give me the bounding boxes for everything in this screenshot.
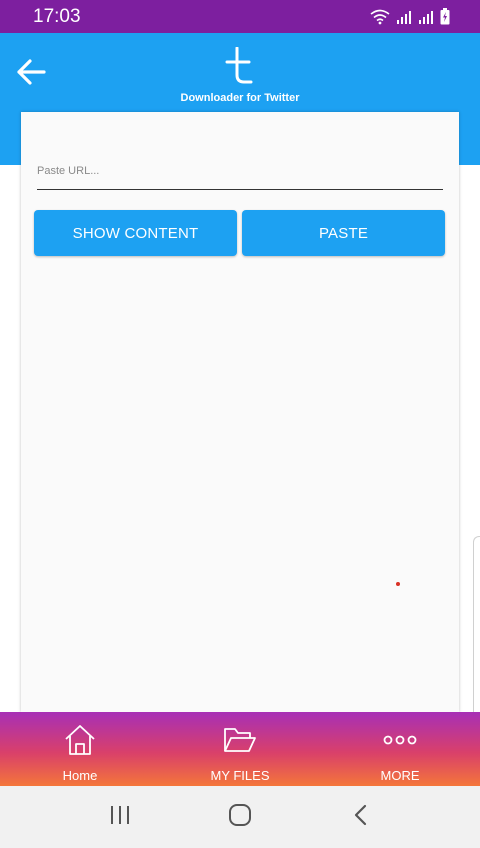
nav-label-more: MORE: [380, 768, 420, 783]
bottom-navigation: Home MY FILES MORE: [0, 712, 480, 786]
back-button[interactable]: [14, 57, 48, 91]
url-input[interactable]: [37, 152, 443, 190]
paste-button[interactable]: PASTE: [242, 210, 445, 256]
show-content-button[interactable]: SHOW CONTENT: [34, 210, 237, 256]
folder-open-icon: [223, 724, 257, 756]
main-card: SHOW CONTENT PASTE: [21, 112, 459, 712]
signal-icon: [418, 9, 434, 25]
nav-item-home[interactable]: Home: [0, 712, 160, 786]
nav-item-more[interactable]: MORE: [320, 712, 480, 786]
recents-button[interactable]: [100, 797, 140, 837]
nav-item-my-files[interactable]: MY FILES: [160, 712, 320, 786]
signal-icon: [396, 9, 412, 25]
system-back-button[interactable]: [340, 797, 380, 837]
twitter-t-logo: [222, 46, 258, 87]
home-icon: [63, 724, 97, 756]
nav-label-my-files: MY FILES: [210, 768, 270, 783]
red-dot: [396, 582, 400, 586]
recents-icon: [109, 805, 131, 830]
status-time: 17:03: [33, 5, 81, 27]
system-nav-bar: [0, 786, 480, 848]
system-home-button[interactable]: [220, 797, 260, 837]
status-bar: 17:03: [0, 0, 480, 33]
app-title: Downloader for Twitter: [180, 92, 300, 104]
edge-panel-handle[interactable]: [473, 536, 480, 712]
nav-label-home: Home: [62, 768, 98, 783]
home-circle-icon: [228, 803, 252, 832]
more-dots-icon: [383, 724, 417, 756]
battery-charging-icon: [440, 8, 450, 25]
wifi-icon: [370, 9, 390, 25]
back-chevron-icon: [353, 804, 367, 831]
status-icons: [370, 8, 450, 25]
arrow-left-icon: [16, 58, 46, 90]
